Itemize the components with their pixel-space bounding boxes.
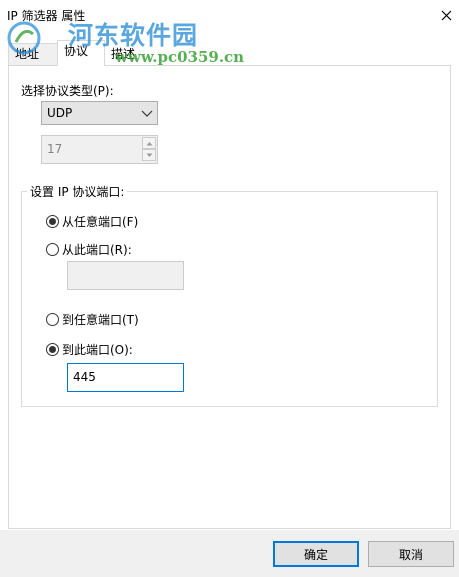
protocol-number-value: 17: [47, 142, 63, 156]
chevron-down-icon: [141, 110, 153, 117]
from-this-port-radio[interactable]: [46, 243, 59, 256]
chevron-down-icon: [146, 153, 152, 157]
to-any-port-radio[interactable]: [46, 313, 59, 326]
stepper-down-button[interactable]: [142, 149, 156, 161]
watermark-logo-icon: [7, 21, 41, 55]
protocol-number-stepper[interactable]: 17: [41, 135, 158, 164]
protocol-type-label: 选择协议类型(P):: [21, 84, 114, 98]
cancel-button[interactable]: 取消: [368, 541, 454, 567]
to-port-value: 445: [73, 370, 96, 384]
close-button[interactable]: [434, 3, 458, 27]
ok-button[interactable]: 确定: [273, 541, 359, 567]
from-any-port-label[interactable]: 从任意端口(F): [62, 213, 138, 230]
chevron-up-icon: [146, 141, 152, 145]
close-icon: [441, 10, 451, 20]
to-any-port-label[interactable]: 到任意端口(T): [62, 311, 139, 328]
watermark-text: 河东软件园: [68, 21, 199, 50]
to-port-input[interactable]: 445: [67, 363, 184, 392]
stepper-up-button[interactable]: [142, 137, 156, 149]
to-this-port-label[interactable]: 到此端口(O):: [62, 341, 133, 358]
from-this-port-label[interactable]: 从此端口(R):: [62, 241, 132, 258]
from-any-port-radio[interactable]: [46, 215, 59, 228]
protocol-type-value: UDP: [47, 106, 73, 120]
watermark-url: www.pc0359.cn: [115, 48, 245, 66]
protocol-type-select[interactable]: UDP: [41, 101, 158, 125]
from-port-input[interactable]: [67, 261, 184, 290]
radio-selected-dot: [49, 218, 56, 225]
radio-selected-dot: [49, 346, 56, 353]
port-group-label: 设置 IP 协议端口:: [27, 183, 128, 200]
to-this-port-radio[interactable]: [46, 343, 59, 356]
